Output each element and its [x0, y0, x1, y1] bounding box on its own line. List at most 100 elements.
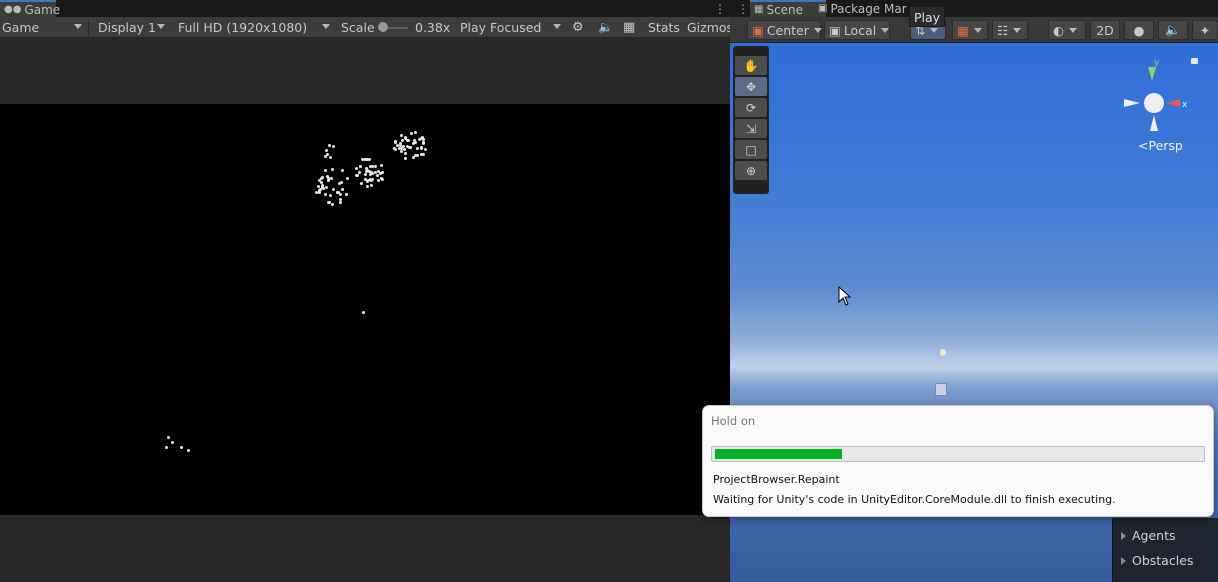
particle-dot [413, 130, 417, 134]
particle-dot [345, 193, 349, 197]
tab-menu-icon[interactable]: ⋮ [714, 2, 726, 16]
progress-bar-fill [715, 449, 842, 459]
gizmo-y-label: y [1154, 58, 1160, 68]
particle-dot [407, 145, 411, 149]
chevron-down-icon [1068, 27, 1077, 33]
play-tooltip: Play [909, 6, 946, 27]
particle-dot [325, 174, 329, 178]
transform-icon: ⊕ [745, 163, 757, 178]
display-dropdown[interactable]: Display 1 [98, 19, 156, 36]
effects-toggle[interactable]: ✦ [1192, 20, 1218, 40]
tab-package-manager-label: Package Mar [830, 1, 907, 16]
chevron-down-icon [157, 24, 165, 29]
particle-dot [411, 142, 415, 146]
mouse-cursor-icon [838, 286, 852, 306]
toggle-2d-button[interactable]: 2D [1090, 20, 1120, 40]
particle-dot [364, 166, 368, 170]
scale-tool-button[interactable]: ⇲ [735, 119, 767, 138]
stats-button[interactable]: Stats [648, 19, 680, 36]
grid-toggle[interactable]: ▦ [952, 20, 988, 40]
tab-game[interactable]: ●● Game [0, 0, 60, 17]
particle-dot [420, 152, 424, 156]
particle-dot [379, 172, 383, 176]
particle-dot [360, 182, 364, 186]
scale-label: Scale [341, 20, 375, 35]
particle-dot [318, 188, 322, 192]
gizmos-button[interactable]: Gizmos [687, 19, 733, 36]
unity-editor: ●● Game ⋮ Game Display 1 Full HD (1920x1… [0, 0, 1218, 582]
particle-dot [423, 148, 427, 152]
particle-dot [393, 140, 397, 144]
audio-icon[interactable]: 🔈 [598, 19, 613, 36]
chevron-down-icon [813, 27, 822, 33]
increment-snap-toggle[interactable]: ☷ [992, 20, 1028, 40]
projection-label[interactable]: <Persp [1138, 138, 1183, 153]
scene-object-marker[interactable] [940, 349, 946, 356]
game-mode-dropdown[interactable]: Game [2, 19, 39, 36]
audio-toggle[interactable]: 🔈 [1158, 20, 1188, 40]
particle-dot [180, 446, 183, 449]
play-mode-dropdown[interactable]: Play Focused [460, 19, 541, 36]
game-viewport[interactable] [0, 104, 730, 515]
particle-dot [406, 138, 410, 142]
lighting-toggle[interactable]: ● [1124, 20, 1154, 40]
particle-dot [331, 202, 335, 206]
hold-on-dialog: Hold on ProjectBrowser.Repaint Waiting f… [702, 405, 1214, 517]
rect-icon: □ [745, 142, 757, 157]
expand-arrow-icon [1121, 532, 1126, 540]
rotate-tool-button[interactable]: ⟳ [735, 98, 767, 117]
particle-dot [415, 154, 419, 158]
particle-dot [320, 176, 324, 180]
list-item[interactable]: Obstacles [1121, 553, 1193, 568]
package-icon: ▣ [818, 3, 828, 14]
particle-dot [359, 164, 363, 168]
scale-slider-handle[interactable] [378, 22, 388, 32]
gizmo-center-cube[interactable] [1144, 93, 1164, 113]
pivot-dropdown[interactable]: ▣ Center [747, 20, 822, 40]
particle-dot [341, 187, 345, 191]
bug-icon[interactable]: ⚙ [572, 19, 584, 36]
particle-dot [323, 155, 327, 159]
move-icon: ✥ [745, 79, 757, 94]
space-dropdown[interactable]: ▣ Local [824, 20, 890, 40]
ruler-icon: ☷ [997, 22, 1009, 38]
draw-mode-dropdown[interactable]: ◐ [1048, 20, 1086, 40]
camera-gizmo-icon[interactable] [935, 383, 947, 396]
particle-dot [328, 156, 332, 160]
x-axis-cone[interactable] [1166, 99, 1180, 107]
keyboard-icon[interactable]: ▦ [623, 19, 635, 36]
hand-tool-button[interactable]: ✋ [735, 56, 767, 75]
particle-dot [411, 155, 415, 159]
tab-package-manager[interactable]: ▣ Package Mar [814, 0, 914, 17]
hierarchy-overlay: Agents Obstacles [1112, 518, 1218, 582]
particle-dot [187, 449, 190, 452]
particle-dot [167, 436, 170, 439]
toggle-2d-label: 2D [1096, 22, 1114, 38]
particle-dot [346, 176, 350, 180]
tab-game-label: Game [24, 2, 61, 17]
particle-dot [323, 169, 327, 173]
particle-dot [331, 188, 335, 191]
scene-toolbar: ▣ Center ▣ Local ⇅ ▦ ☷ ◐ 2D ● 🔈 ✦ [730, 17, 1218, 43]
particle-dot [339, 180, 343, 184]
expand-arrow-icon [1121, 557, 1126, 565]
effects-icon: ✦ [1199, 22, 1211, 38]
lock-icon[interactable] [1191, 58, 1198, 64]
neg-x-axis-cone[interactable] [1124, 99, 1140, 107]
particle-dot [338, 193, 342, 197]
list-item[interactable]: Agents [1121, 528, 1176, 543]
particle-dot [354, 166, 358, 170]
particle-dot [362, 311, 365, 314]
tools-overlay: ✋ ✥ ⟳ ⇲ □ ⊕ [733, 46, 769, 194]
particle-dot [374, 165, 378, 169]
rect-tool-button[interactable]: □ [735, 140, 767, 159]
move-tool-button[interactable]: ✥ [735, 77, 767, 96]
tab-menu-icon[interactable]: ⋮ [737, 2, 749, 16]
chevron-down-icon [553, 24, 561, 29]
transform-tool-button[interactable]: ⊕ [735, 161, 767, 180]
resolution-dropdown[interactable]: Full HD (1920x1080) [178, 19, 307, 36]
y-axis-cone[interactable] [1148, 67, 1156, 81]
neg-y-axis-cone[interactable] [1150, 115, 1158, 131]
grid-icon: ▦ [957, 22, 969, 38]
particle-dot [401, 138, 405, 142]
